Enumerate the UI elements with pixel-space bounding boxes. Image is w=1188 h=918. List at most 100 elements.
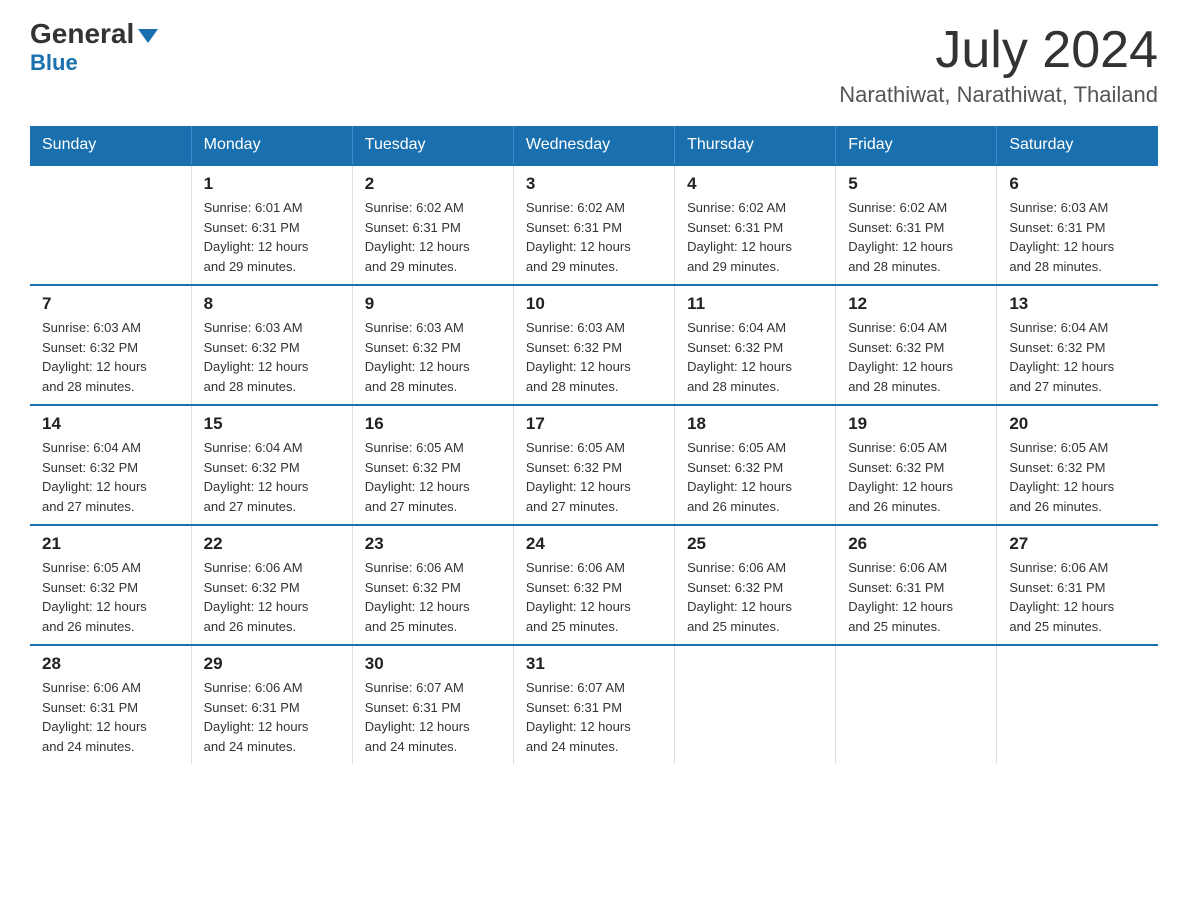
day-info: Sunrise: 6:03 AM Sunset: 6:32 PM Dayligh… — [526, 318, 662, 396]
calendar-cell-week3-day0: 14 Sunrise: 6:04 AM Sunset: 6:32 PM Dayli… — [30, 405, 191, 525]
day-info: Sunrise: 6:04 AM Sunset: 6:32 PM Dayligh… — [848, 318, 984, 396]
weekday-header-monday: Monday — [191, 126, 352, 165]
calendar-week-2: 7Sunrise: 6:03 AM Sunset: 6:32 PM Daylig… — [30, 285, 1158, 405]
day-number: 17 — [526, 414, 662, 434]
calendar-cell-week5-day0: 28 Sunrise: 6:06 AM Sunset: 6:31 PM Dayli… — [30, 645, 191, 764]
location-subtitle: Narathiwat, Narathiwat, Thailand — [839, 82, 1158, 108]
day-number: 21 — [42, 534, 179, 554]
calendar-week-3: 14 Sunrise: 6:04 AM Sunset: 6:32 PM Dayli… — [30, 405, 1158, 525]
calendar-week-1: 1 Sunrise: 6:01 AM Sunset: 6:31 PM Daylig… — [30, 165, 1158, 285]
calendar-cell-week3-day5: 19 Sunrise: 6:05 AM Sunset: 6:32 PM Dayli… — [836, 405, 997, 525]
day-info: Sunrise: 6:04 AM Sunset: 6:32 PM Dayligh… — [204, 438, 340, 516]
calendar-cell-week2-day0: 7Sunrise: 6:03 AM Sunset: 6:32 PM Daylig… — [30, 285, 191, 405]
month-year-title: July 2024 — [839, 20, 1158, 80]
day-number: 14 — [42, 414, 179, 434]
calendar-cell-week5-day4 — [675, 645, 836, 764]
day-number: 15 — [204, 414, 340, 434]
day-info: Sunrise: 6:06 AM Sunset: 6:32 PM Dayligh… — [204, 558, 340, 636]
day-number: 24 — [526, 534, 662, 554]
day-info: Sunrise: 6:05 AM Sunset: 6:32 PM Dayligh… — [687, 438, 823, 516]
day-info: Sunrise: 6:02 AM Sunset: 6:31 PM Dayligh… — [526, 198, 662, 276]
logo-general: General — [30, 20, 158, 48]
calendar-cell-week5-day5 — [836, 645, 997, 764]
day-number: 6 — [1009, 174, 1146, 194]
day-number: 25 — [687, 534, 823, 554]
calendar-cell-week1-day2: 2 Sunrise: 6:02 AM Sunset: 6:31 PM Daylig… — [352, 165, 513, 285]
calendar-table: SundayMondayTuesdayWednesdayThursdayFrid… — [30, 126, 1158, 764]
logo-blue-text: Blue — [30, 50, 78, 76]
logo-general-text: General — [30, 18, 134, 49]
day-info: Sunrise: 6:02 AM Sunset: 6:31 PM Dayligh… — [687, 198, 823, 276]
day-info: Sunrise: 6:06 AM Sunset: 6:31 PM Dayligh… — [42, 678, 179, 756]
day-number: 1 — [204, 174, 340, 194]
calendar-cell-week1-day4: 4 Sunrise: 6:02 AM Sunset: 6:31 PM Daylig… — [675, 165, 836, 285]
calendar-cell-week3-day4: 18 Sunrise: 6:05 AM Sunset: 6:32 PM Dayli… — [675, 405, 836, 525]
weekday-header-wednesday: Wednesday — [513, 126, 674, 165]
day-number: 29 — [204, 654, 340, 674]
calendar-cell-week2-day5: 12 Sunrise: 6:04 AM Sunset: 6:32 PM Dayli… — [836, 285, 997, 405]
calendar-week-4: 21 Sunrise: 6:05 AM Sunset: 6:32 PM Dayli… — [30, 525, 1158, 645]
calendar-cell-week4-day2: 23 Sunrise: 6:06 AM Sunset: 6:32 PM Dayli… — [352, 525, 513, 645]
day-info: Sunrise: 6:06 AM Sunset: 6:31 PM Dayligh… — [204, 678, 340, 756]
weekday-header-sunday: Sunday — [30, 126, 191, 165]
weekday-header-friday: Friday — [836, 126, 997, 165]
calendar-cell-week2-day1: 8 Sunrise: 6:03 AM Sunset: 6:32 PM Daylig… — [191, 285, 352, 405]
day-number: 3 — [526, 174, 662, 194]
day-info: Sunrise: 6:06 AM Sunset: 6:32 PM Dayligh… — [687, 558, 823, 636]
day-info: Sunrise: 6:05 AM Sunset: 6:32 PM Dayligh… — [42, 558, 179, 636]
day-info: Sunrise: 6:03 AM Sunset: 6:32 PM Dayligh… — [204, 318, 340, 396]
calendar-cell-week5-day3: 31 Sunrise: 6:07 AM Sunset: 6:31 PM Dayli… — [513, 645, 674, 764]
day-number: 5 — [848, 174, 984, 194]
calendar-cell-week1-day6: 6Sunrise: 6:03 AM Sunset: 6:31 PM Daylig… — [997, 165, 1158, 285]
calendar-cell-week2-day4: 11Sunrise: 6:04 AM Sunset: 6:32 PM Dayli… — [675, 285, 836, 405]
day-number: 23 — [365, 534, 501, 554]
calendar-cell-week2-day2: 9Sunrise: 6:03 AM Sunset: 6:32 PM Daylig… — [352, 285, 513, 405]
day-number: 4 — [687, 174, 823, 194]
calendar-cell-week4-day1: 22 Sunrise: 6:06 AM Sunset: 6:32 PM Dayli… — [191, 525, 352, 645]
day-info: Sunrise: 6:05 AM Sunset: 6:32 PM Dayligh… — [848, 438, 984, 516]
calendar-cell-week1-day5: 5 Sunrise: 6:02 AM Sunset: 6:31 PM Daylig… — [836, 165, 997, 285]
day-number: 28 — [42, 654, 179, 674]
day-info: Sunrise: 6:04 AM Sunset: 6:32 PM Dayligh… — [42, 438, 179, 516]
day-number: 13 — [1009, 294, 1146, 314]
day-number: 27 — [1009, 534, 1146, 554]
day-number: 26 — [848, 534, 984, 554]
day-info: Sunrise: 6:05 AM Sunset: 6:32 PM Dayligh… — [526, 438, 662, 516]
day-number: 16 — [365, 414, 501, 434]
calendar-cell-week2-day6: 13Sunrise: 6:04 AM Sunset: 6:32 PM Dayli… — [997, 285, 1158, 405]
logo-triangle-icon — [138, 29, 158, 43]
day-info: Sunrise: 6:07 AM Sunset: 6:31 PM Dayligh… — [526, 678, 662, 756]
day-info: Sunrise: 6:01 AM Sunset: 6:31 PM Dayligh… — [204, 198, 340, 276]
day-number: 31 — [526, 654, 662, 674]
page-header: General Blue July 2024 Narathiwat, Narat… — [30, 20, 1158, 108]
day-number: 8 — [204, 294, 340, 314]
day-number: 2 — [365, 174, 501, 194]
day-number: 19 — [848, 414, 984, 434]
day-info: Sunrise: 6:02 AM Sunset: 6:31 PM Dayligh… — [365, 198, 501, 276]
day-number: 22 — [204, 534, 340, 554]
day-info: Sunrise: 6:02 AM Sunset: 6:31 PM Dayligh… — [848, 198, 984, 276]
logo: General Blue — [30, 20, 158, 76]
day-info: Sunrise: 6:06 AM Sunset: 6:32 PM Dayligh… — [526, 558, 662, 636]
day-info: Sunrise: 6:07 AM Sunset: 6:31 PM Dayligh… — [365, 678, 501, 756]
day-number: 9 — [365, 294, 501, 314]
day-info: Sunrise: 6:05 AM Sunset: 6:32 PM Dayligh… — [365, 438, 501, 516]
day-info: Sunrise: 6:06 AM Sunset: 6:32 PM Dayligh… — [365, 558, 501, 636]
day-number: 18 — [687, 414, 823, 434]
day-number: 30 — [365, 654, 501, 674]
calendar-cell-week3-day6: 20Sunrise: 6:05 AM Sunset: 6:32 PM Dayli… — [997, 405, 1158, 525]
weekday-header-tuesday: Tuesday — [352, 126, 513, 165]
day-number: 20 — [1009, 414, 1146, 434]
day-info: Sunrise: 6:06 AM Sunset: 6:31 PM Dayligh… — [1009, 558, 1146, 636]
calendar-cell-week1-day3: 3 Sunrise: 6:02 AM Sunset: 6:31 PM Daylig… — [513, 165, 674, 285]
calendar-cell-week3-day1: 15 Sunrise: 6:04 AM Sunset: 6:32 PM Dayli… — [191, 405, 352, 525]
calendar-cell-week4-day6: 27 Sunrise: 6:06 AM Sunset: 6:31 PM Dayli… — [997, 525, 1158, 645]
calendar-cell-week5-day2: 30 Sunrise: 6:07 AM Sunset: 6:31 PM Dayli… — [352, 645, 513, 764]
day-number: 12 — [848, 294, 984, 314]
weekday-header-thursday: Thursday — [675, 126, 836, 165]
calendar-cell-week5-day6 — [997, 645, 1158, 764]
day-info: Sunrise: 6:03 AM Sunset: 6:32 PM Dayligh… — [42, 318, 179, 396]
calendar-cell-week4-day3: 24 Sunrise: 6:06 AM Sunset: 6:32 PM Dayli… — [513, 525, 674, 645]
calendar-cell-week5-day1: 29 Sunrise: 6:06 AM Sunset: 6:31 PM Dayli… — [191, 645, 352, 764]
title-area: July 2024 Narathiwat, Narathiwat, Thaila… — [839, 20, 1158, 108]
